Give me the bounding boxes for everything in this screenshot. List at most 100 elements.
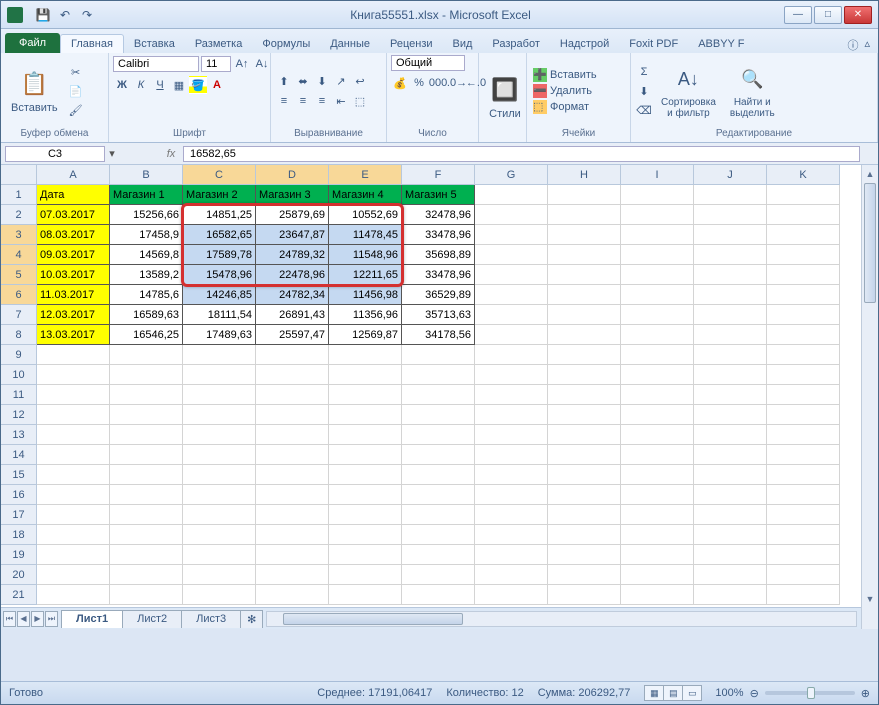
cell-C2[interactable]: 14851,25 bbox=[183, 205, 256, 225]
cell-K10[interactable] bbox=[767, 365, 840, 385]
cell-E12[interactable] bbox=[329, 405, 402, 425]
cell-K19[interactable] bbox=[767, 545, 840, 565]
cell-K11[interactable] bbox=[767, 385, 840, 405]
cell-G2[interactable] bbox=[475, 205, 548, 225]
cell-A9[interactable] bbox=[37, 345, 110, 365]
cell-A2[interactable]: 07.03.2017 bbox=[37, 205, 110, 225]
cell-C12[interactable] bbox=[183, 405, 256, 425]
col-header-C[interactable]: C bbox=[183, 165, 256, 185]
cell-K15[interactable] bbox=[767, 465, 840, 485]
cell-B8[interactable]: 16546,25 bbox=[110, 325, 183, 345]
cell-A17[interactable] bbox=[37, 505, 110, 525]
indent-dec-icon[interactable]: ⇤ bbox=[332, 92, 350, 110]
cell-E19[interactable] bbox=[329, 545, 402, 565]
cell-E18[interactable] bbox=[329, 525, 402, 545]
cell-D12[interactable] bbox=[256, 405, 329, 425]
view-normal-icon[interactable]: ▦ bbox=[644, 685, 664, 701]
cell-I2[interactable] bbox=[621, 205, 694, 225]
cell-J4[interactable] bbox=[694, 245, 767, 265]
cut-icon[interactable]: ✂ bbox=[66, 63, 86, 81]
cell-G5[interactable] bbox=[475, 265, 548, 285]
cell-F15[interactable] bbox=[402, 465, 475, 485]
cell-K9[interactable] bbox=[767, 345, 840, 365]
cell-C9[interactable] bbox=[183, 345, 256, 365]
cell-E1[interactable]: Магазин 4 bbox=[329, 185, 402, 205]
cell-K8[interactable] bbox=[767, 325, 840, 345]
cell-B3[interactable]: 17458,9 bbox=[110, 225, 183, 245]
formula-bar[interactable]: 16582,65 bbox=[183, 146, 860, 162]
cell-E4[interactable]: 11548,96 bbox=[329, 245, 402, 265]
cell-C6[interactable]: 14246,85 bbox=[183, 285, 256, 305]
cell-B19[interactable] bbox=[110, 545, 183, 565]
cell-E5[interactable]: 12211,65 bbox=[329, 265, 402, 285]
cell-C10[interactable] bbox=[183, 365, 256, 385]
cells-insert-button[interactable]: ➕Вставить bbox=[531, 67, 599, 83]
cell-I16[interactable] bbox=[621, 485, 694, 505]
cell-A12[interactable] bbox=[37, 405, 110, 425]
name-box-dropdown[interactable]: ▾ bbox=[105, 147, 119, 160]
cell-G14[interactable] bbox=[475, 445, 548, 465]
cell-B11[interactable] bbox=[110, 385, 183, 405]
cell-B20[interactable] bbox=[110, 565, 183, 585]
row-header-4[interactable]: 4 bbox=[1, 245, 37, 265]
autosum-icon[interactable]: Σ bbox=[635, 63, 653, 81]
align-top-icon[interactable]: ⬆ bbox=[275, 72, 293, 90]
cell-B10[interactable] bbox=[110, 365, 183, 385]
row-header-6[interactable]: 6 bbox=[1, 285, 37, 305]
cell-I7[interactable] bbox=[621, 305, 694, 325]
cell-B1[interactable]: Магазин 1 bbox=[110, 185, 183, 205]
format-painter-icon[interactable]: 🖌 bbox=[66, 101, 86, 119]
cell-A1[interactable]: Дата bbox=[37, 185, 110, 205]
cell-F14[interactable] bbox=[402, 445, 475, 465]
cell-E21[interactable] bbox=[329, 585, 402, 605]
col-header-I[interactable]: I bbox=[621, 165, 694, 185]
view-break-icon[interactable]: ▭ bbox=[682, 685, 702, 701]
zoom-slider[interactable] bbox=[765, 691, 855, 695]
cell-G7[interactable] bbox=[475, 305, 548, 325]
cell-I21[interactable] bbox=[621, 585, 694, 605]
cell-K3[interactable] bbox=[767, 225, 840, 245]
cell-E16[interactable] bbox=[329, 485, 402, 505]
cell-E17[interactable] bbox=[329, 505, 402, 525]
cell-D2[interactable]: 25879,69 bbox=[256, 205, 329, 225]
cell-G4[interactable] bbox=[475, 245, 548, 265]
cell-E13[interactable] bbox=[329, 425, 402, 445]
cell-A11[interactable] bbox=[37, 385, 110, 405]
cell-G11[interactable] bbox=[475, 385, 548, 405]
cell-B4[interactable]: 14569,8 bbox=[110, 245, 183, 265]
cell-K1[interactable] bbox=[767, 185, 840, 205]
cell-D13[interactable] bbox=[256, 425, 329, 445]
cell-J6[interactable] bbox=[694, 285, 767, 305]
cell-A13[interactable] bbox=[37, 425, 110, 445]
cell-F17[interactable] bbox=[402, 505, 475, 525]
vertical-scrollbar[interactable]: ▲ ▼ bbox=[861, 165, 878, 629]
cell-B7[interactable]: 16589,63 bbox=[110, 305, 183, 325]
cell-C7[interactable]: 18111,54 bbox=[183, 305, 256, 325]
cell-K20[interactable] bbox=[767, 565, 840, 585]
cell-B9[interactable] bbox=[110, 345, 183, 365]
border-icon[interactable]: ▦ bbox=[170, 76, 188, 94]
cell-H17[interactable] bbox=[548, 505, 621, 525]
cell-G16[interactable] bbox=[475, 485, 548, 505]
tab-layout[interactable]: Разметка bbox=[185, 35, 253, 53]
cell-C16[interactable] bbox=[183, 485, 256, 505]
cell-J7[interactable] bbox=[694, 305, 767, 325]
cell-F8[interactable]: 34178,56 bbox=[402, 325, 475, 345]
tab-dev[interactable]: Разработ bbox=[482, 35, 549, 53]
cell-A16[interactable] bbox=[37, 485, 110, 505]
zoom-out-button[interactable]: ⊖ bbox=[750, 687, 759, 700]
cell-C18[interactable] bbox=[183, 525, 256, 545]
cell-K18[interactable] bbox=[767, 525, 840, 545]
row-header-13[interactable]: 13 bbox=[1, 425, 37, 445]
cell-F16[interactable] bbox=[402, 485, 475, 505]
orient-icon[interactable]: ↗ bbox=[332, 72, 350, 90]
cell-I9[interactable] bbox=[621, 345, 694, 365]
cell-F19[interactable] bbox=[402, 545, 475, 565]
cell-D8[interactable]: 25597,47 bbox=[256, 325, 329, 345]
comma-icon[interactable]: 000 bbox=[429, 74, 447, 92]
cell-B17[interactable] bbox=[110, 505, 183, 525]
cell-C4[interactable]: 17589,78 bbox=[183, 245, 256, 265]
cell-I19[interactable] bbox=[621, 545, 694, 565]
row-header-3[interactable]: 3 bbox=[1, 225, 37, 245]
italic-button[interactable]: К bbox=[132, 76, 150, 94]
